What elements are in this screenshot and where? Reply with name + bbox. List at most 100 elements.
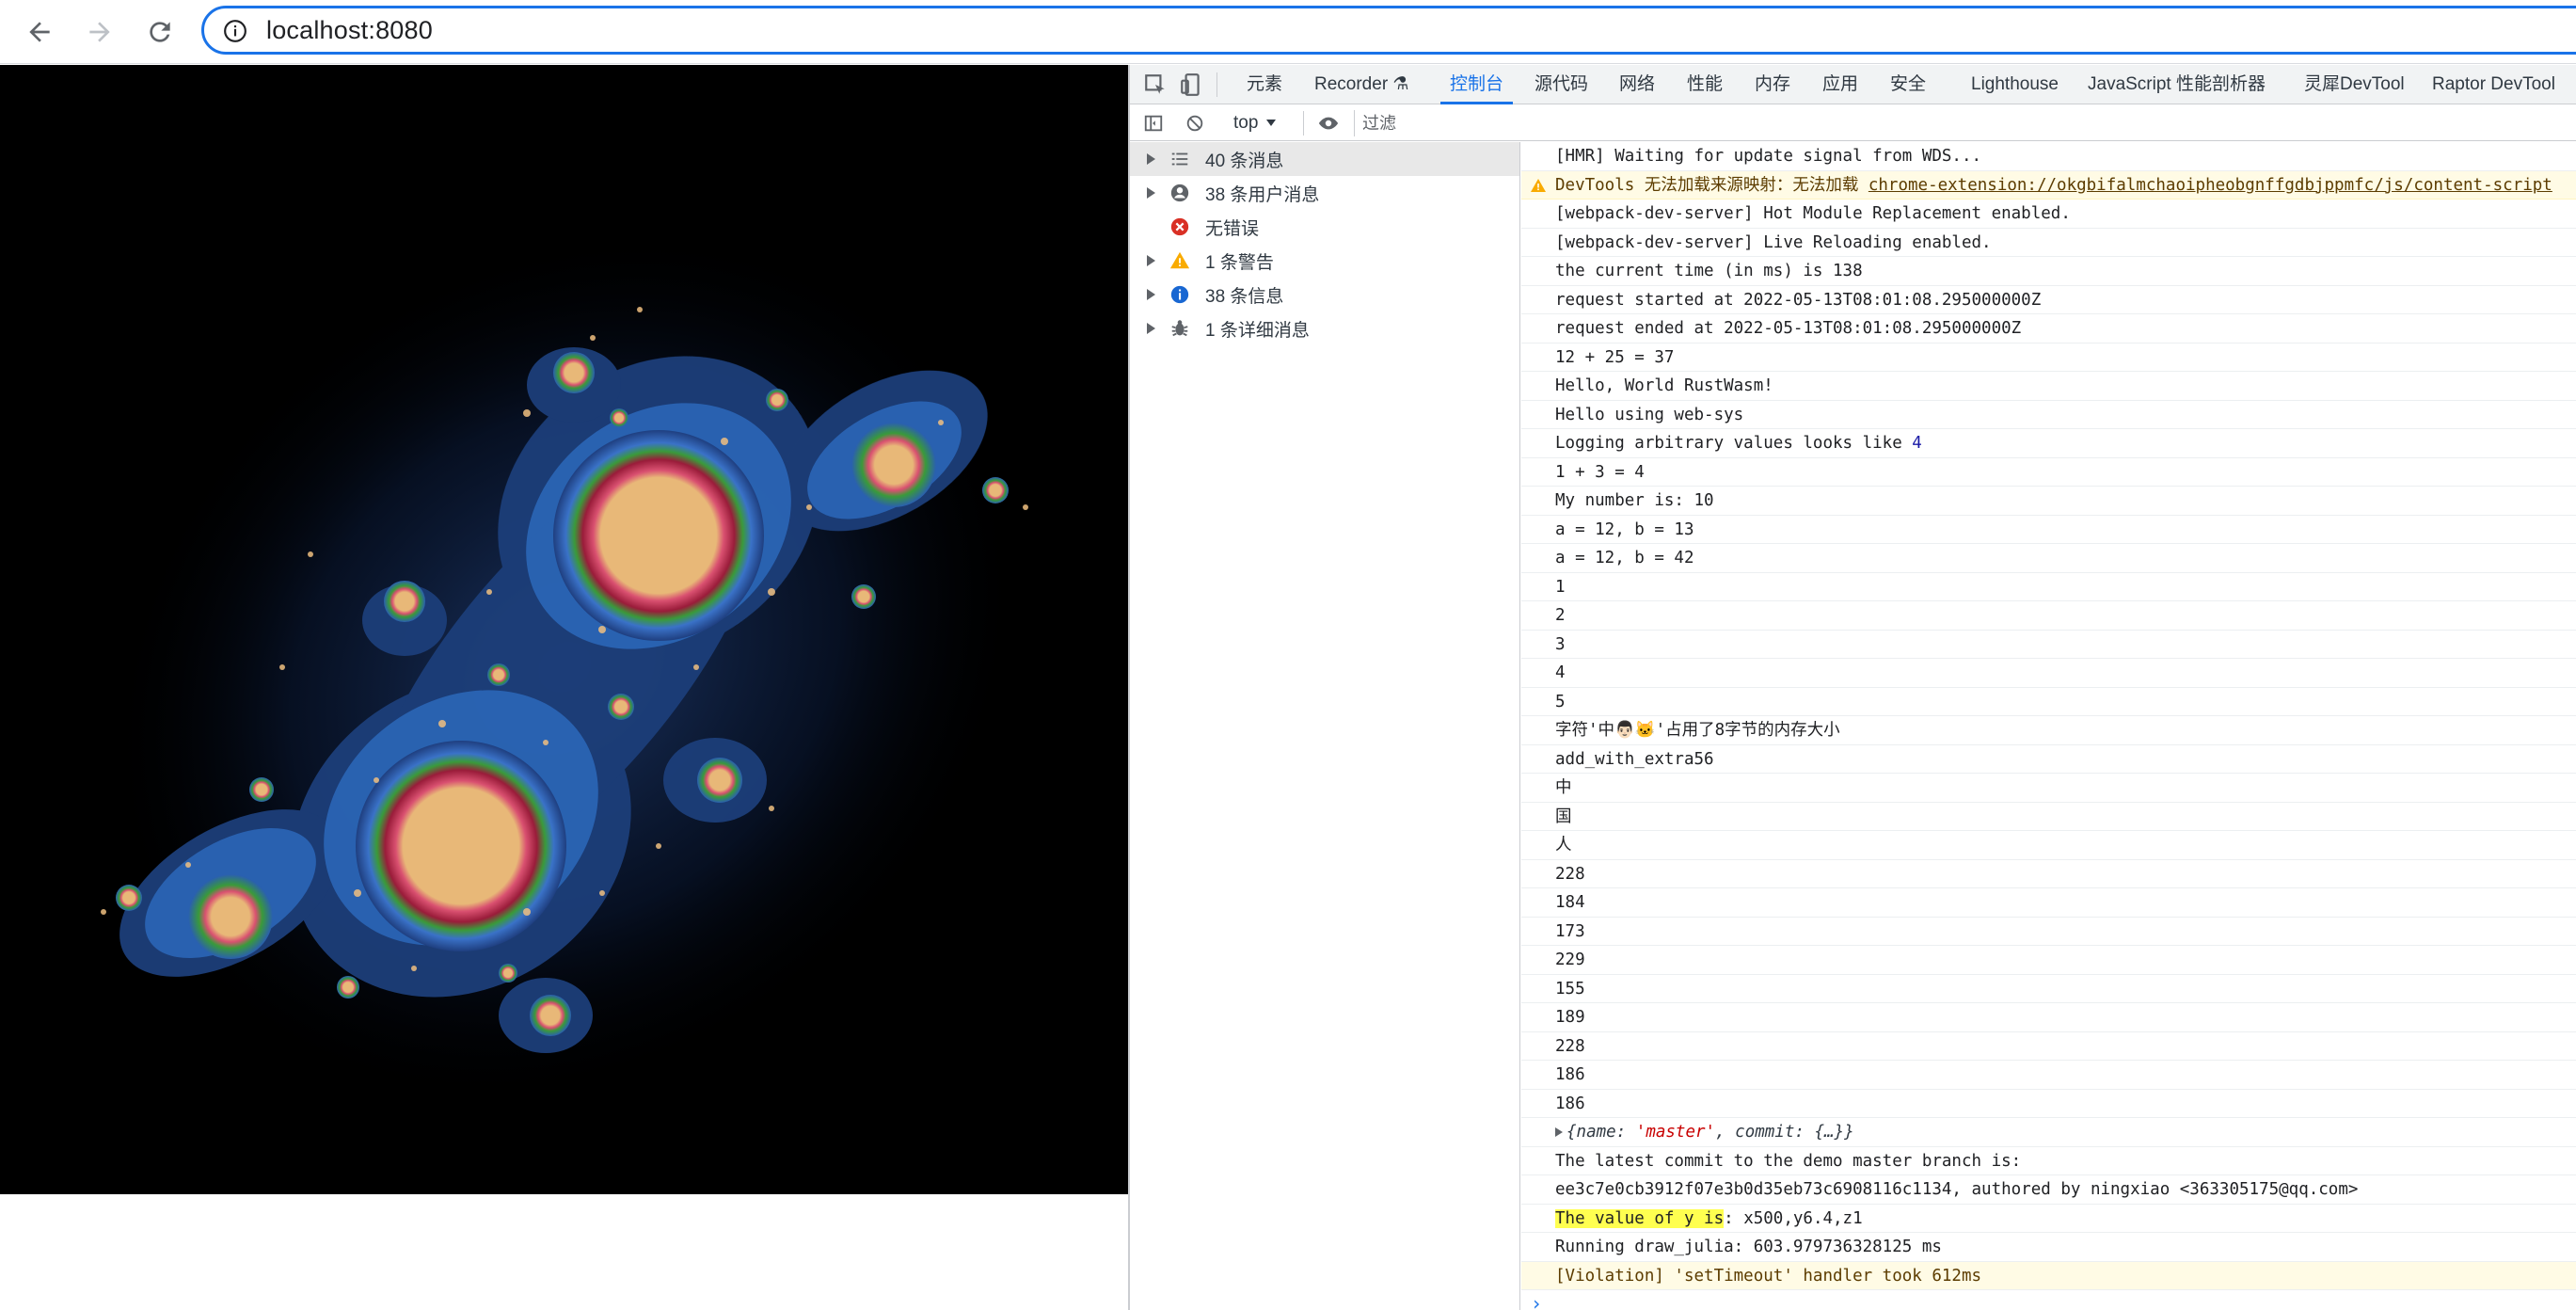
error-icon xyxy=(1170,217,1189,236)
expand-arrow-icon[interactable] xyxy=(1147,153,1155,165)
console-message: Hello, World RustWasm! xyxy=(1521,372,2576,401)
tab-memory[interactable]: 内存 xyxy=(1755,65,1790,104)
console-message: request started at 2022-05-13T08:01:08.2… xyxy=(1521,286,2576,314)
console-message: 228 xyxy=(1521,1032,2576,1061)
address-bar[interactable]: localhost:8080 xyxy=(201,6,2576,55)
console-message: 186 xyxy=(1521,1061,2576,1090)
source-map-link[interactable]: chrome-extension://okgbifalmchaoipheobgn… xyxy=(1868,176,2552,195)
sidebar-item-errors[interactable]: 无错误 xyxy=(1130,210,1519,244)
clear-console-icon[interactable] xyxy=(1185,113,1205,134)
expand-object-icon[interactable] xyxy=(1555,1127,1563,1137)
sidebar-item-info[interactable]: 38 条信息 xyxy=(1130,278,1519,312)
console-messages: [HMR] Waiting for update signal from WDS… xyxy=(1521,142,2576,1310)
sidebar-toggle-icon[interactable] xyxy=(1143,113,1164,134)
console-object-message[interactable]: {name: 'master', commit: {…}} xyxy=(1521,1118,2576,1147)
console-message: 184 xyxy=(1521,888,2576,918)
console-message: 12 + 25 = 37 xyxy=(1521,343,2576,372)
context-selector[interactable]: top xyxy=(1233,111,1277,136)
tab-lighthouse[interactable]: Lighthouse xyxy=(1971,65,2059,104)
sidebar-item-user-messages[interactable]: 38 条用户消息 xyxy=(1130,176,1519,210)
console-toolbar: top xyxy=(1130,105,2576,141)
back-button[interactable] xyxy=(17,9,62,55)
expand-arrow-icon[interactable] xyxy=(1147,323,1155,334)
expand-arrow-icon[interactable] xyxy=(1147,255,1155,266)
console-message: 国 xyxy=(1521,803,2576,831)
tab-recorder[interactable]: Recorder ⚗ xyxy=(1314,65,1408,104)
sidebar-item-label: 38 条信息 xyxy=(1205,286,1284,307)
julia-fractal-canvas[interactable] xyxy=(0,65,1128,1194)
console-sidebar: 40 条消息 38 条用户消息 无错误 1 条警告 38 条信息 1 条详细消息 xyxy=(1130,142,1520,1310)
console-message: 186 xyxy=(1521,1090,2576,1118)
bug-icon xyxy=(1171,320,1188,337)
reload-button[interactable] xyxy=(137,9,183,55)
console-message: [HMR] Waiting for update signal from WDS… xyxy=(1521,142,2576,171)
console-message: My number is: 10 xyxy=(1521,487,2576,516)
console-message: 1 xyxy=(1521,573,2576,601)
console-message: 字符'中👨🏻🐱'占用了8字节的内存大小 xyxy=(1521,716,2576,745)
tab-sources[interactable]: 源代码 xyxy=(1534,65,1588,104)
reload-icon xyxy=(150,22,170,42)
context-value: top xyxy=(1233,113,1259,133)
device-toolbar-icon[interactable] xyxy=(1179,72,1203,97)
sidebar-item-label: 38 条用户消息 xyxy=(1205,184,1320,205)
console-violation-message: [Violation] 'setTimeout' handler took 61… xyxy=(1521,1261,2576,1290)
expand-arrow-icon[interactable] xyxy=(1147,289,1155,300)
console-message: 2 xyxy=(1521,601,2576,631)
console-message: 人 xyxy=(1521,831,2576,860)
sidebar-item-label: 无错误 xyxy=(1205,218,1260,239)
tab-lingxi-devtool[interactable]: 灵犀DevTool xyxy=(2304,65,2405,104)
console-message: 5 xyxy=(1521,688,2576,716)
console-message: Hello using web-sys xyxy=(1521,401,2576,429)
console-message: Running draw_julia: 603.979736328125 ms xyxy=(1521,1233,2576,1262)
tab-elements[interactable]: 元素 xyxy=(1247,65,1282,104)
sidebar-item-all-messages[interactable]: 40 条消息 xyxy=(1130,142,1519,176)
sidebar-item-warnings[interactable]: 1 条警告 xyxy=(1130,244,1519,278)
console-warning-message: DevTools 无法加载来源映射：无法加载 chrome-extension:… xyxy=(1521,170,2576,200)
warning-icon xyxy=(1531,178,1546,192)
expand-arrow-icon[interactable] xyxy=(1147,187,1155,199)
console-message: 228 xyxy=(1521,860,2576,888)
tab-performance[interactable]: 性能 xyxy=(1687,65,1723,104)
tab-console[interactable]: 控制台 xyxy=(1439,65,1514,104)
console-message: [webpack-dev-server] Hot Module Replacem… xyxy=(1521,200,2576,229)
arrow-left-icon xyxy=(29,22,50,42)
list-icon xyxy=(1171,152,1188,166)
console-message: 173 xyxy=(1521,918,2576,946)
sidebar-item-verbose[interactable]: 1 条详细消息 xyxy=(1130,312,1519,345)
info-icon[interactable] xyxy=(223,19,247,43)
tab-network[interactable]: 网络 xyxy=(1619,65,1655,104)
arrow-right-icon xyxy=(89,22,110,42)
eye-icon[interactable] xyxy=(1318,113,1339,134)
console-message: The latest commit to the demo master bra… xyxy=(1521,1147,2576,1175)
toolbar-separator xyxy=(1216,72,1217,97)
console-prompt[interactable]: › xyxy=(1531,1292,1550,1310)
console-message: ee3c7e0cb3912f07e3b0d35eb73c6908116c1134… xyxy=(1521,1175,2576,1205)
tab-security[interactable]: 安全 xyxy=(1890,65,1926,104)
console-message: [webpack-dev-server] Live Reloading enab… xyxy=(1521,229,2576,257)
browser-toolbar: localhost:8080 xyxy=(0,0,2576,64)
console-message: Logging arbitrary values looks like 4 xyxy=(1521,429,2576,458)
sidebar-item-label: 1 条详细消息 xyxy=(1205,320,1310,341)
sidebar-item-label: 1 条警告 xyxy=(1205,252,1274,273)
tab-js-profiler[interactable]: JavaScript 性能剖析器 xyxy=(2088,65,2266,104)
user-icon xyxy=(1170,184,1189,202)
console-message: a = 12, b = 13 xyxy=(1521,516,2576,544)
console-message: the current time (in ms) is 138 xyxy=(1521,257,2576,286)
console-message: add_with_extra56 xyxy=(1521,745,2576,774)
tab-raptor-devtool[interactable]: Raptor DevTool xyxy=(2432,65,2555,104)
inspect-element-icon[interactable] xyxy=(1143,72,1168,97)
warning-icon xyxy=(1169,251,1190,269)
page-viewport xyxy=(0,65,1128,1310)
forward-button[interactable] xyxy=(77,9,122,55)
console-message: 229 xyxy=(1521,946,2576,975)
tab-application[interactable]: 应用 xyxy=(1822,65,1858,104)
url-text: localhost:8080 xyxy=(266,16,433,44)
console-filter-input[interactable] xyxy=(1354,110,2576,136)
console-message: The value of y is: x500,y6.4,z1 xyxy=(1521,1205,2576,1233)
console-message: 1 + 3 = 4 xyxy=(1521,458,2576,487)
console-message: request ended at 2022-05-13T08:01:08.295… xyxy=(1521,314,2576,343)
console-message: 155 xyxy=(1521,975,2576,1003)
toolbar-separator xyxy=(1303,111,1304,136)
console-message: 189 xyxy=(1521,1003,2576,1032)
devtools-tab-bar: 元素 Recorder ⚗ 控制台 源代码 网络 性能 内存 应用 安全 Lig… xyxy=(1130,65,2576,104)
